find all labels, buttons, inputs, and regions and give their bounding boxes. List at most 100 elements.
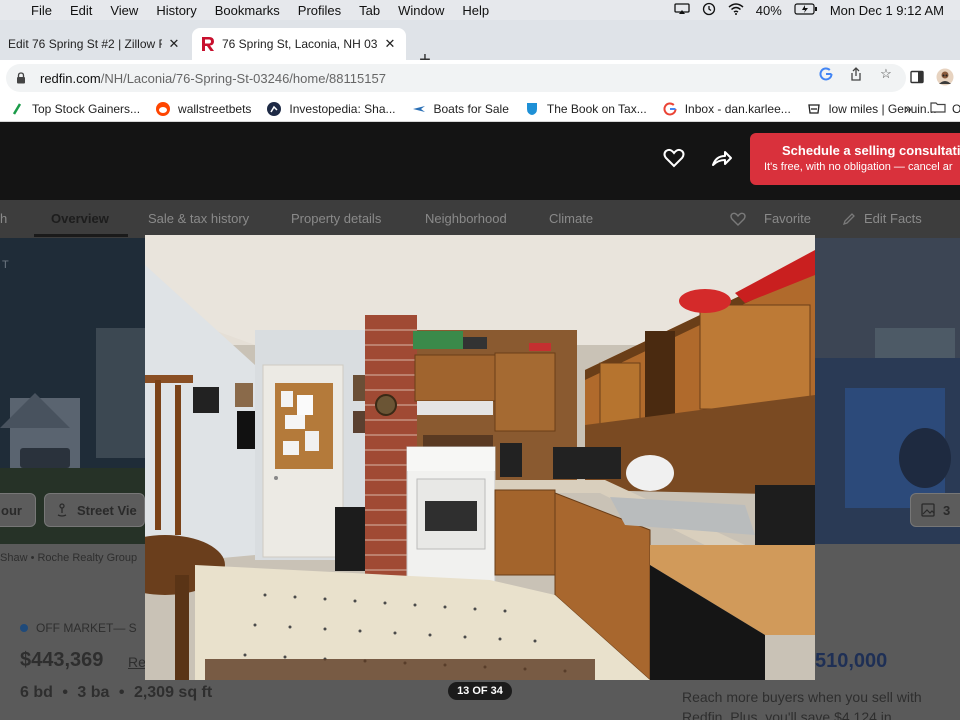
- bookmark-label: Boats for Sale: [433, 101, 509, 116]
- url-host: redfin.com: [40, 70, 101, 86]
- beds: 6 bd: [20, 684, 53, 701]
- tab-property-details[interactable]: Property details: [291, 211, 381, 226]
- gallery-photo[interactable]: [145, 235, 815, 680]
- page-header: Schedule a selling consultatio It's free…: [0, 122, 960, 200]
- menu-profiles[interactable]: Profiles: [289, 3, 350, 18]
- chart-icon: [10, 102, 24, 116]
- home-stats: 6 bd • 3 ba • 2,309 sq ft: [20, 684, 213, 701]
- url-path: /NH/Laconia/76-Spring-St-03246/home/8811…: [100, 70, 386, 86]
- bookmarks-folder[interactable]: O: [930, 101, 960, 116]
- property-subnav: h Overview Sale & tax history Property d…: [0, 200, 960, 238]
- edit-facts-button[interactable]: Edit Facts: [842, 211, 922, 226]
- bookmark-label: Top Stock Gainers...: [32, 101, 141, 116]
- google-icon: [663, 101, 677, 116]
- tour-button-label: our: [1, 502, 22, 518]
- side-panel-icon[interactable]: [910, 70, 924, 89]
- browser-tab-strip: Edit 76 Spring St #2 | Zillow Re ✕ 76 Sp…: [0, 20, 960, 70]
- bookmark-label: Investopedia: Sha...: [289, 101, 396, 116]
- image-icon: [921, 503, 935, 517]
- nav-partial-item[interactable]: h: [0, 211, 7, 226]
- menubar-clock[interactable]: Mon Dec 1 9:12 AM: [830, 3, 944, 18]
- reddit-icon: [156, 101, 171, 116]
- tab-sale-tax-history[interactable]: Sale & tax history: [148, 211, 249, 226]
- battery-icon[interactable]: [794, 2, 818, 18]
- tab-title: Edit 76 Spring St #2 | Zillow Re: [8, 37, 162, 51]
- folder-icon: [930, 101, 946, 116]
- share-icon[interactable]: [848, 66, 864, 82]
- shield-icon: [525, 102, 539, 116]
- close-icon[interactable]: ✕: [166, 36, 182, 52]
- sell-promo-line-1: Reach more buyers when you sell with: [682, 689, 922, 705]
- tab-redfin[interactable]: 76 Spring St, Laconia, NH 032 ✕: [192, 28, 406, 60]
- bookmark-label: low miles | Genuin...: [828, 101, 937, 116]
- url-bar[interactable]: redfin.com/NH/Laconia/76-Spring-St-03246…: [6, 64, 906, 92]
- active-tab-indicator: [34, 234, 128, 237]
- tab-zillow[interactable]: Edit 76 Spring St #2 | Zillow Re ✕: [0, 28, 190, 60]
- heart-outline-icon: [730, 212, 746, 226]
- menu-tab[interactable]: Tab: [350, 3, 389, 18]
- wifi-icon[interactable]: [728, 2, 744, 18]
- profile-avatar[interactable]: [936, 68, 954, 91]
- bookmark-wallstreetbets[interactable]: wallstreetbets: [150, 101, 257, 116]
- mac-menubar: File Edit View History Bookmarks Profile…: [0, 0, 960, 20]
- share-arrow-icon[interactable]: [710, 146, 734, 170]
- screen-mirroring-icon[interactable]: [674, 2, 690, 18]
- heart-icon[interactable]: [662, 146, 686, 170]
- photos-count-label: 3: [943, 502, 951, 518]
- lock-icon[interactable]: [16, 72, 32, 84]
- car-icon: [807, 102, 821, 116]
- menu-history[interactable]: History: [147, 3, 205, 18]
- bookmark-label: wallstreetbets: [178, 101, 252, 116]
- left-photo-tag: T: [2, 259, 9, 271]
- estimated-price: $443,369: [20, 649, 104, 671]
- photos-button[interactable]: 3: [910, 493, 960, 527]
- bookmark-top-stock-gainers[interactable]: Top Stock Gainers...: [4, 102, 146, 116]
- bookmarks-folder-label: O: [952, 101, 960, 116]
- tab-neighborhood[interactable]: Neighborhood: [425, 211, 507, 226]
- menu-window[interactable]: Window: [389, 3, 453, 18]
- google-lens-icon[interactable]: [818, 66, 834, 82]
- bookmark-inbox[interactable]: Inbox - dan.karlee...: [657, 102, 797, 116]
- favorite-button[interactable]: Favorite: [730, 211, 811, 226]
- tour-button[interactable]: our: [0, 493, 36, 527]
- bookmark-book-on-tax[interactable]: The Book on Tax...: [519, 102, 653, 116]
- price-suffix-link[interactable]: Re: [128, 654, 146, 670]
- bookmark-low-miles[interactable]: low miles | Genuin...: [801, 102, 943, 116]
- redfin-logo-icon: [200, 36, 216, 52]
- bookmarks-overflow-button[interactable]: »: [905, 102, 912, 116]
- time-machine-icon[interactable]: [702, 2, 716, 19]
- menu-bookmarks[interactable]: Bookmarks: [206, 3, 289, 18]
- bookmark-label: Inbox - dan.karlee...: [684, 101, 791, 116]
- favorite-label: Favorite: [764, 211, 811, 226]
- tab-overview[interactable]: Overview: [51, 211, 109, 226]
- photo-counter-badge: 13 OF 34: [448, 682, 512, 700]
- menu-help[interactable]: Help: [453, 3, 498, 18]
- menu-edit[interactable]: Edit: [61, 3, 101, 18]
- close-icon[interactable]: ✕: [382, 36, 398, 52]
- person-pin-icon: [55, 503, 69, 517]
- tab-title: 76 Spring St, Laconia, NH 032: [222, 37, 378, 51]
- agent-credit: Shaw • Roche Realty Group: [0, 552, 138, 564]
- menu-view[interactable]: View: [101, 3, 147, 18]
- bookmark-star-icon[interactable]: ☆: [878, 66, 894, 82]
- street-view-label: Street Vie: [77, 502, 137, 518]
- bookmarks-bar: Top Stock Gainers... wallstreetbets Inve…: [0, 96, 960, 122]
- menu-file[interactable]: File: [22, 3, 61, 18]
- schedule-consultation-button[interactable]: Schedule a selling consultatio It's free…: [750, 133, 960, 185]
- redfin-page: Schedule a selling consultatio It's free…: [0, 122, 960, 720]
- tab-climate[interactable]: Climate: [549, 211, 593, 226]
- status-dot-icon: [20, 624, 28, 632]
- cta-title: Schedule a selling consultatio: [782, 143, 960, 158]
- boat-icon: [412, 102, 426, 116]
- listing-status: OFF MARKET— S: [20, 621, 137, 635]
- baths: 3 ba: [77, 684, 110, 701]
- address-bar-row: redfin.com/NH/Laconia/76-Spring-St-03246…: [0, 60, 960, 96]
- battery-percent: 40%: [755, 2, 782, 18]
- pencil-icon: [842, 212, 855, 225]
- bookmark-investopedia[interactable]: Investopedia: Sha...: [261, 101, 401, 116]
- sqft: 2,309 sq ft: [133, 684, 213, 701]
- bookmark-label: The Book on Tax...: [546, 101, 647, 116]
- bookmark-boats-for-sale[interactable]: Boats for Sale: [406, 102, 515, 116]
- street-view-button[interactable]: Street Vie: [44, 493, 145, 527]
- edit-facts-label: Edit Facts: [864, 211, 922, 226]
